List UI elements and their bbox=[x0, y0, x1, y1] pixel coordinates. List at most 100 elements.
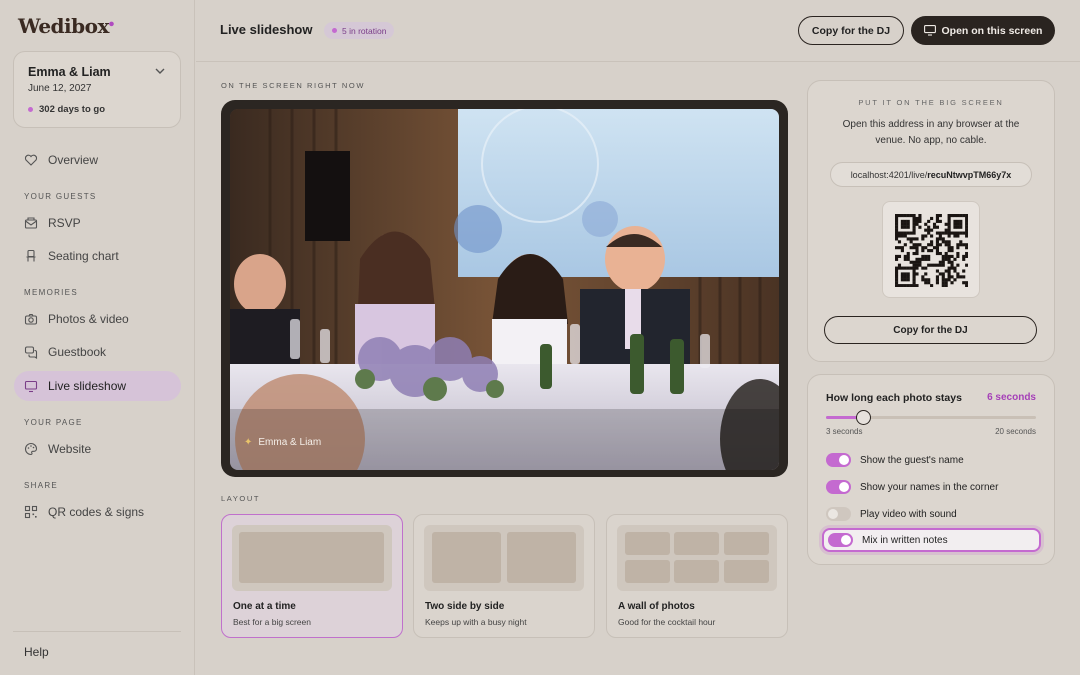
sidebar-item-seating-chart[interactable]: Seating chart bbox=[14, 241, 181, 271]
slider-thumb[interactable] bbox=[856, 410, 872, 425]
qr-module bbox=[930, 263, 934, 267]
qr-module bbox=[965, 228, 968, 232]
qr-module bbox=[941, 281, 945, 285]
monitor-icon bbox=[24, 380, 38, 393]
qr-module bbox=[927, 249, 931, 253]
layout-section-label: LAYOUT bbox=[221, 494, 261, 503]
qr-module bbox=[895, 234, 899, 238]
qr-module bbox=[915, 246, 919, 250]
qr-module bbox=[959, 214, 963, 218]
countdown-dot-icon bbox=[28, 107, 33, 112]
qr-module bbox=[912, 228, 916, 232]
qr-module bbox=[935, 237, 939, 241]
toggle-switch[interactable] bbox=[828, 533, 853, 547]
qr-module bbox=[895, 214, 899, 218]
toggle-mix-written-notes[interactable]: Mix in written notes bbox=[822, 528, 1041, 552]
qr-module bbox=[935, 240, 939, 244]
sidebar-item-live-slideshow[interactable]: Live slideshow bbox=[14, 371, 181, 401]
qr-module bbox=[903, 284, 907, 287]
qr-module bbox=[956, 214, 960, 218]
toggle-switch[interactable] bbox=[826, 453, 851, 467]
app-logo[interactable]: Wedibox● bbox=[18, 14, 114, 38]
copy-for-dj-button[interactable]: Copy for the DJ bbox=[798, 16, 904, 45]
layout-option-two-side-by-side[interactable]: Two side by side Keeps up with a busy ni… bbox=[413, 514, 595, 638]
qr-module bbox=[912, 243, 916, 247]
countdown: 302 days to go bbox=[28, 104, 105, 115]
sidebar-item-label: QR codes & signs bbox=[48, 505, 145, 519]
qr-module bbox=[941, 260, 945, 264]
toggle-label: Mix in written notes bbox=[862, 534, 948, 546]
qr-module bbox=[895, 225, 899, 229]
toggle-show-names-corner[interactable]: Show your names in the corner bbox=[822, 475, 1041, 499]
sidebar-item-photos-video[interactable]: Photos & video bbox=[14, 304, 181, 334]
qr-module bbox=[915, 263, 919, 267]
qr-module bbox=[897, 263, 902, 267]
toggle-switch[interactable] bbox=[826, 480, 851, 494]
qr-module bbox=[965, 281, 968, 285]
qr-module bbox=[944, 243, 948, 247]
toggle-switch[interactable] bbox=[826, 507, 851, 521]
qr-module bbox=[938, 237, 942, 241]
sidebar-item-guestbook[interactable]: Guestbook bbox=[14, 337, 181, 367]
duration-slider[interactable] bbox=[826, 410, 1036, 425]
qr-module bbox=[947, 222, 951, 226]
qr-module bbox=[906, 275, 910, 279]
qr-module bbox=[915, 222, 919, 226]
sidebar-item-rsvp[interactable]: RSVP bbox=[14, 208, 181, 238]
layout-tile bbox=[625, 532, 670, 555]
qr-module bbox=[944, 284, 948, 287]
qr-module bbox=[944, 228, 948, 232]
sidebar-item-website[interactable]: Website bbox=[14, 434, 181, 464]
countdown-text: 302 days to go bbox=[39, 104, 105, 115]
layout-subtitle: Best for a big screen bbox=[233, 617, 311, 627]
layout-subtitle: Good for the cocktail hour bbox=[618, 617, 716, 627]
qr-module bbox=[956, 231, 960, 235]
qr-module bbox=[953, 257, 957, 261]
copy-for-dj-panel-button[interactable]: Copy for the DJ bbox=[824, 316, 1037, 344]
qr-module bbox=[903, 214, 907, 218]
qr-module bbox=[924, 257, 928, 261]
layout-preview bbox=[424, 525, 584, 591]
live-url-field[interactable]: localhost:4201/live/recuNtwvpTM66y7x bbox=[830, 162, 1032, 187]
qr-module bbox=[956, 254, 960, 258]
qr-module bbox=[903, 257, 907, 261]
layout-title: One at a time bbox=[233, 601, 296, 612]
qr-module bbox=[897, 240, 902, 244]
section-heading-memories: MEMORIES bbox=[24, 288, 78, 297]
qr-module bbox=[900, 284, 904, 287]
wedding-photo-illustration bbox=[230, 109, 779, 470]
qr-module bbox=[900, 231, 904, 235]
layout-tile bbox=[724, 532, 769, 555]
couple-switcher[interactable]: Emma & Liam June 12, 2027 302 days to go bbox=[13, 51, 181, 128]
qr-module bbox=[947, 269, 951, 273]
layout-tile bbox=[625, 560, 670, 583]
qr-module bbox=[924, 266, 928, 270]
qr-module bbox=[918, 243, 922, 247]
layout-option-wall-of-photos[interactable]: A wall of photos Good for the cocktail h… bbox=[606, 514, 788, 638]
qr-module bbox=[950, 260, 954, 264]
sidebar-item-qr-codes[interactable]: QR codes & signs bbox=[14, 497, 181, 527]
qr-module bbox=[938, 214, 942, 218]
sidebar-item-overview[interactable]: Overview bbox=[14, 145, 181, 175]
qr-module bbox=[938, 251, 942, 256]
section-heading-guests: YOUR GUESTS bbox=[24, 192, 97, 201]
qr-module bbox=[915, 237, 919, 241]
sidebar-item-label: Guestbook bbox=[48, 345, 107, 359]
qr-module bbox=[950, 249, 954, 253]
qr-module bbox=[935, 214, 939, 218]
qr-module bbox=[921, 234, 925, 238]
layout-option-one-at-a-time[interactable]: One at a time Best for a big screen bbox=[221, 514, 403, 638]
help-link[interactable]: Help bbox=[24, 645, 49, 659]
sidebar-item-label: Website bbox=[48, 442, 92, 456]
qr-module bbox=[927, 278, 931, 282]
toggle-play-video-sound[interactable]: Play video with sound bbox=[822, 502, 1041, 526]
qr-module bbox=[938, 231, 942, 235]
open-on-screen-button[interactable]: Open on this screen bbox=[911, 16, 1055, 45]
toggle-show-guest-name[interactable]: Show the guest's name bbox=[822, 448, 1041, 472]
qr-module bbox=[912, 275, 916, 279]
qr-module bbox=[965, 219, 968, 223]
qr-module bbox=[895, 216, 899, 221]
qr-module bbox=[944, 251, 948, 256]
heart-icon bbox=[24, 154, 38, 166]
qr-module bbox=[895, 257, 899, 261]
